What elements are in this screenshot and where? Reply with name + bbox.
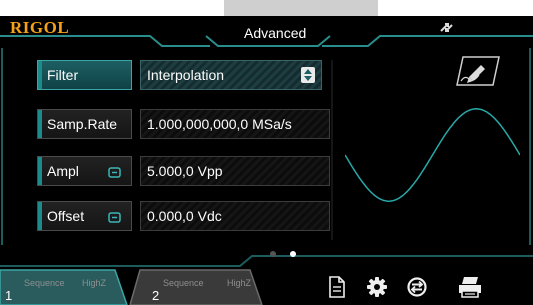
samp-rate-accent [38, 110, 42, 138]
ch2-load: HighZ [227, 278, 252, 288]
ampl-field[interactable]: 5.000,0 Vpp [140, 156, 330, 186]
pen-draw-icon[interactable] [455, 55, 501, 92]
dropdown-arrows-icon [301, 67, 315, 83]
page-dot-2[interactable] [290, 251, 296, 257]
offset-value: 0.000,0 Vdc [147, 208, 222, 224]
offset-button[interactable]: Offset [37, 201, 132, 231]
filter-value: Interpolation [147, 67, 225, 83]
ch1-mode: Sequence [24, 278, 65, 288]
ch1-number: 1 [5, 288, 13, 303]
offset-label: Offset [47, 208, 85, 224]
filter-dropdown[interactable]: Interpolation [140, 60, 322, 90]
instrument-screen: RIGOL Advanced Filter Interpolation Samp… [0, 0, 533, 305]
samp-rate-button[interactable]: Samp.Rate [37, 109, 132, 139]
sync-icon[interactable] [405, 276, 429, 303]
document-icon[interactable] [328, 276, 346, 303]
samp-rate-field[interactable]: 1.000,000,000,0 MSa/s [140, 109, 330, 139]
ch1-load: HighZ [82, 278, 107, 288]
channel-2-tab[interactable]: Sequence HighZ 2 [147, 270, 264, 305]
ch2-number: 2 [152, 288, 160, 303]
filter-accent [38, 61, 42, 89]
gear-icon[interactable] [366, 276, 388, 303]
filter-label: Filter [47, 67, 79, 83]
waveform-preview [344, 100, 521, 215]
filter-button[interactable]: Filter [37, 60, 132, 90]
page-dot-1[interactable] [270, 251, 276, 257]
ampl-accent [38, 157, 42, 185]
ampl-value: 5.000,0 Vpp [147, 163, 223, 179]
ampl-button[interactable]: Ampl [37, 156, 132, 186]
printer-icon[interactable] [456, 276, 484, 303]
samp-rate-value: 1.000,000,000,0 MSa/s [147, 116, 292, 132]
link-toggle-icon[interactable] [108, 165, 121, 183]
samp-rate-label: Samp.Rate [47, 116, 118, 132]
link-toggle-icon[interactable] [108, 210, 121, 228]
channel-1-tab[interactable]: Sequence HighZ 1 [0, 270, 127, 305]
ampl-label: Ampl [47, 163, 79, 179]
offset-accent [38, 202, 42, 230]
offset-field[interactable]: 0.000,0 Vdc [140, 201, 330, 231]
sine-wave [344, 108, 521, 202]
ch2-mode: Sequence [163, 278, 204, 288]
